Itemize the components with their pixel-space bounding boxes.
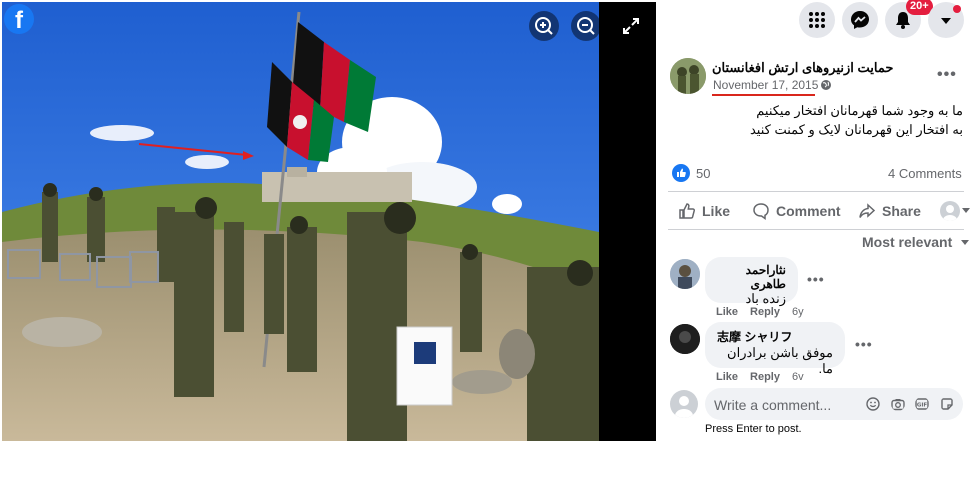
comment-reply-link[interactable]: Reply xyxy=(750,371,780,383)
comment-age[interactable]: 6v xyxy=(792,371,804,383)
date-underline xyxy=(712,94,815,96)
comment-avatar[interactable] xyxy=(670,259,700,289)
comment-age[interactable]: 6y xyxy=(792,306,804,318)
divider xyxy=(668,229,964,230)
menu-button[interactable] xyxy=(799,2,835,38)
chevron-down-icon xyxy=(961,239,970,245)
comment-author[interactable]: 志摩 シャリフ xyxy=(717,328,833,345)
sort-label: Most relevant xyxy=(862,234,953,250)
like-reaction-icon[interactable] xyxy=(672,164,690,182)
thumbs-up-icon xyxy=(679,203,696,219)
camera-icon[interactable] xyxy=(891,397,905,411)
comment-author[interactable]: نثاراحمد طاهری xyxy=(717,263,786,291)
facebook-logo[interactable]: f xyxy=(4,4,34,34)
post-text-line: ما به وجود شما قهرمانان افتخار میکنیم xyxy=(756,103,963,118)
comment-like-link[interactable]: Like xyxy=(716,306,738,318)
comments-count[interactable]: 4 Comments xyxy=(888,166,962,181)
like-button[interactable]: Like xyxy=(678,201,730,221)
menu-grid-icon xyxy=(809,12,825,28)
share-as-avatar[interactable] xyxy=(940,201,960,221)
gif-icon[interactable]: GIF xyxy=(915,397,929,411)
svg-text:GIF: GIF xyxy=(917,403,928,409)
fullscreen-button[interactable] xyxy=(621,16,641,36)
comment-text: زنده باد xyxy=(745,291,786,306)
post-text-line: به افتخار این قهرمانان لایک و کمنت کنید xyxy=(749,122,963,137)
reactions-count[interactable]: 50 xyxy=(696,166,710,181)
sticker-icon[interactable] xyxy=(940,397,954,411)
magnify-plus-icon xyxy=(535,17,553,35)
zoom-in-button[interactable] xyxy=(529,11,559,41)
comment-actions: Like Reply 6y xyxy=(716,306,804,318)
share-label: Share xyxy=(882,203,921,219)
comment-label: Comment xyxy=(776,203,841,219)
divider xyxy=(668,191,964,192)
comment-reply-link[interactable]: Reply xyxy=(750,306,780,318)
comment-like-link[interactable]: Like xyxy=(716,371,738,383)
page-avatar[interactable] xyxy=(670,58,706,94)
post-date[interactable]: November 17, 2015 xyxy=(713,78,818,92)
messenger-icon xyxy=(851,11,869,29)
emoji-icon[interactable] xyxy=(866,397,880,411)
share-arrow-icon xyxy=(859,203,876,218)
post-options-button[interactable]: ••• xyxy=(937,66,957,84)
page-name[interactable]: حمایت ازنیروهای ارتش افغانستان xyxy=(712,60,893,76)
comment-options-button[interactable]: ••• xyxy=(807,271,825,287)
viewer-avatar[interactable] xyxy=(670,390,698,418)
comment-bubble: 志摩 シャリフ موفق باشن برادران ما. xyxy=(705,322,845,376)
comment-button[interactable]: Comment xyxy=(752,201,841,221)
comment-options-button[interactable]: ••• xyxy=(855,336,873,352)
zoom-out-button[interactable] xyxy=(571,11,601,41)
photo-viewer: f xyxy=(2,2,656,441)
chevron-down-icon[interactable] xyxy=(962,208,970,213)
comment-bubble-icon xyxy=(753,203,769,220)
globe-icon xyxy=(821,80,831,90)
comment-bubble: نثاراحمد طاهری زنده باد xyxy=(705,257,798,306)
comment-actions: Like Reply 6v xyxy=(716,371,804,383)
comment-avatar[interactable] xyxy=(670,324,700,354)
comment-sort-dropdown[interactable]: Most relevant xyxy=(862,234,970,250)
magnify-minus-icon xyxy=(577,17,595,35)
composer-hint: Press Enter to post. xyxy=(705,423,802,435)
post-photo[interactable] xyxy=(2,2,599,441)
share-button[interactable]: Share xyxy=(858,201,921,221)
comment-placeholder: Write a comment... xyxy=(714,397,832,413)
post-text: ما به وجود شما قهرمانان افتخار میکنیم به… xyxy=(700,101,963,139)
like-label: Like xyxy=(702,203,731,219)
expand-icon xyxy=(623,18,639,34)
account-alert-dot xyxy=(953,5,961,13)
messenger-button[interactable] xyxy=(842,2,878,38)
